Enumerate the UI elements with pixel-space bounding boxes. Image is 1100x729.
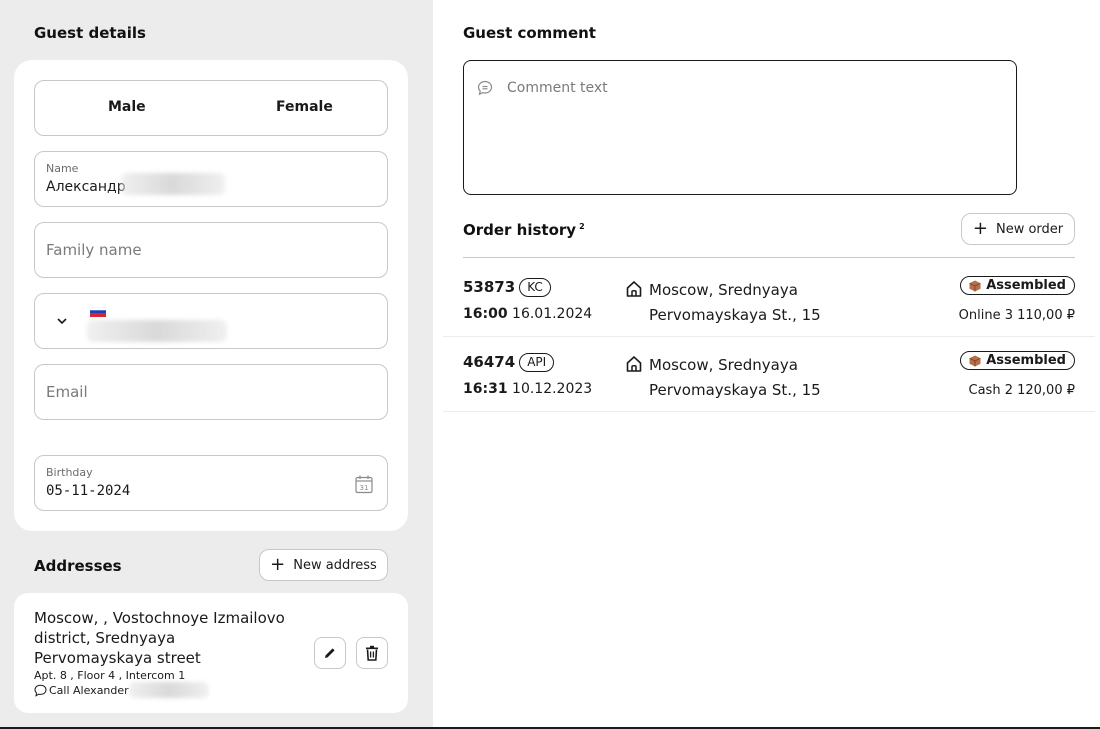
redacted-name-blur: [121, 173, 225, 195]
calendar-icon[interactable]: 31: [354, 474, 374, 494]
order-address-line1: Moscow, Srednyaya: [649, 281, 798, 299]
address-street: Moscow, , Vostochnoye Izmailovo district…: [34, 609, 285, 667]
order-status-badge: Assembled: [960, 351, 1075, 370]
order-address-line1: Moscow, Srednyaya: [649, 356, 798, 374]
order-row[interactable]: 53873 KC 16:00 16.01.2024 Moscow, Srednya…: [443, 262, 1095, 337]
edit-address-button[interactable]: [314, 637, 346, 669]
package-icon: [969, 355, 981, 366]
order-row[interactable]: 46474 API 16:31 10.12.2023 Moscow, Sredny…: [443, 337, 1095, 412]
pencil-icon: [325, 648, 335, 658]
order-address-line2: Pervomayskaya St., 15: [649, 306, 821, 324]
plus-icon: +: [270, 554, 286, 575]
guest-comment-title: Guest comment: [463, 24, 596, 42]
family-name-placeholder: Family name: [46, 241, 142, 259]
order-status-text: Assembled: [986, 353, 1066, 368]
order-address-line2: Pervomayskaya St., 15: [649, 381, 821, 399]
order-number: 46474 API: [463, 353, 555, 372]
gender-selector: Male Female: [34, 80, 388, 136]
family-name-field[interactable]: Family name: [34, 222, 388, 278]
plus-icon: +: [972, 218, 988, 239]
order-datetime: 16:31 10.12.2023: [463, 381, 592, 397]
order-source-badge: KC: [519, 278, 551, 297]
home-icon: [626, 356, 642, 372]
address-note: Call Alexander: [34, 684, 129, 697]
russia-flag-icon: [90, 307, 106, 317]
comment-icon: [477, 80, 493, 96]
chevron-down-icon[interactable]: [56, 317, 68, 325]
new-address-label: New address: [293, 557, 377, 573]
order-time: 16:31: [463, 381, 508, 397]
order-history-divider: [463, 257, 1075, 258]
main-panel: Guest comment Comment text Order history…: [433, 0, 1100, 729]
order-payment: Online 3 110,00 ₽: [958, 308, 1075, 323]
guest-details-card: Male Female Name Александр Family name E…: [14, 60, 408, 531]
order-address: Moscow, Srednyaya Pervomayskaya St., 15: [626, 353, 821, 403]
comment-bubble-icon: [34, 684, 47, 697]
address-card[interactable]: Moscow, , Vostochnoye Izmailovo district…: [14, 593, 408, 713]
redacted-phone-blur: [87, 320, 227, 342]
order-datetime: 16:00 16.01.2024: [463, 306, 592, 322]
name-label: Name: [46, 162, 79, 175]
name-value: Александр: [46, 179, 126, 195]
home-icon: [626, 281, 642, 297]
delete-address-button[interactable]: [356, 637, 388, 669]
order-status-badge: Assembled: [960, 276, 1075, 295]
order-date: 16.01.2024: [512, 306, 593, 322]
birthday-label: Birthday: [46, 466, 93, 479]
gender-male-option[interactable]: Male: [108, 99, 146, 115]
address-details: Apt. 8 , Floor 4 , Intercom 1: [34, 669, 186, 682]
new-order-button[interactable]: + New order: [961, 213, 1075, 245]
order-status-text: Assembled: [986, 278, 1066, 293]
addresses-title: Addresses: [34, 557, 122, 575]
order-number: 53873 KC: [463, 278, 551, 297]
guest-comment-textarea[interactable]: Comment text: [463, 60, 1017, 195]
order-history-count: 2: [579, 222, 585, 231]
new-order-label: New order: [995, 221, 1064, 237]
order-time: 16:00: [463, 306, 508, 322]
new-address-button[interactable]: + New address: [259, 549, 388, 581]
gender-female-option[interactable]: Female: [276, 99, 333, 115]
order-date: 10.12.2023: [512, 381, 593, 397]
order-payment: Cash 2 120,00 ₽: [968, 383, 1075, 398]
trash-icon: [366, 645, 378, 661]
address-note-text: Call Alexander: [49, 684, 129, 697]
name-field[interactable]: Name Александр: [34, 151, 388, 207]
order-number-text: 46474: [463, 353, 516, 371]
redacted-contact-blur: [129, 682, 209, 698]
birthday-value: 05-11-2024: [46, 483, 131, 499]
order-source-badge: API: [519, 353, 555, 372]
comment-placeholder: Comment text: [507, 80, 608, 96]
phone-field[interactable]: [34, 293, 388, 349]
guest-details-title: Guest details: [34, 24, 146, 42]
order-address: Moscow, Srednyaya Pervomayskaya St., 15: [626, 278, 821, 328]
birthday-field[interactable]: Birthday 05-11-2024 31: [34, 455, 388, 511]
order-number-text: 53873: [463, 278, 516, 296]
package-icon: [969, 280, 981, 291]
order-history-title-text: Order history: [463, 221, 577, 239]
email-placeholder: Email: [46, 383, 88, 401]
calendar-day-text: 31: [360, 484, 369, 492]
email-field[interactable]: Email: [34, 364, 388, 420]
guest-details-panel: Guest details Male Female Name Александр…: [0, 0, 433, 729]
order-history-title: Order history 2: [463, 221, 585, 239]
